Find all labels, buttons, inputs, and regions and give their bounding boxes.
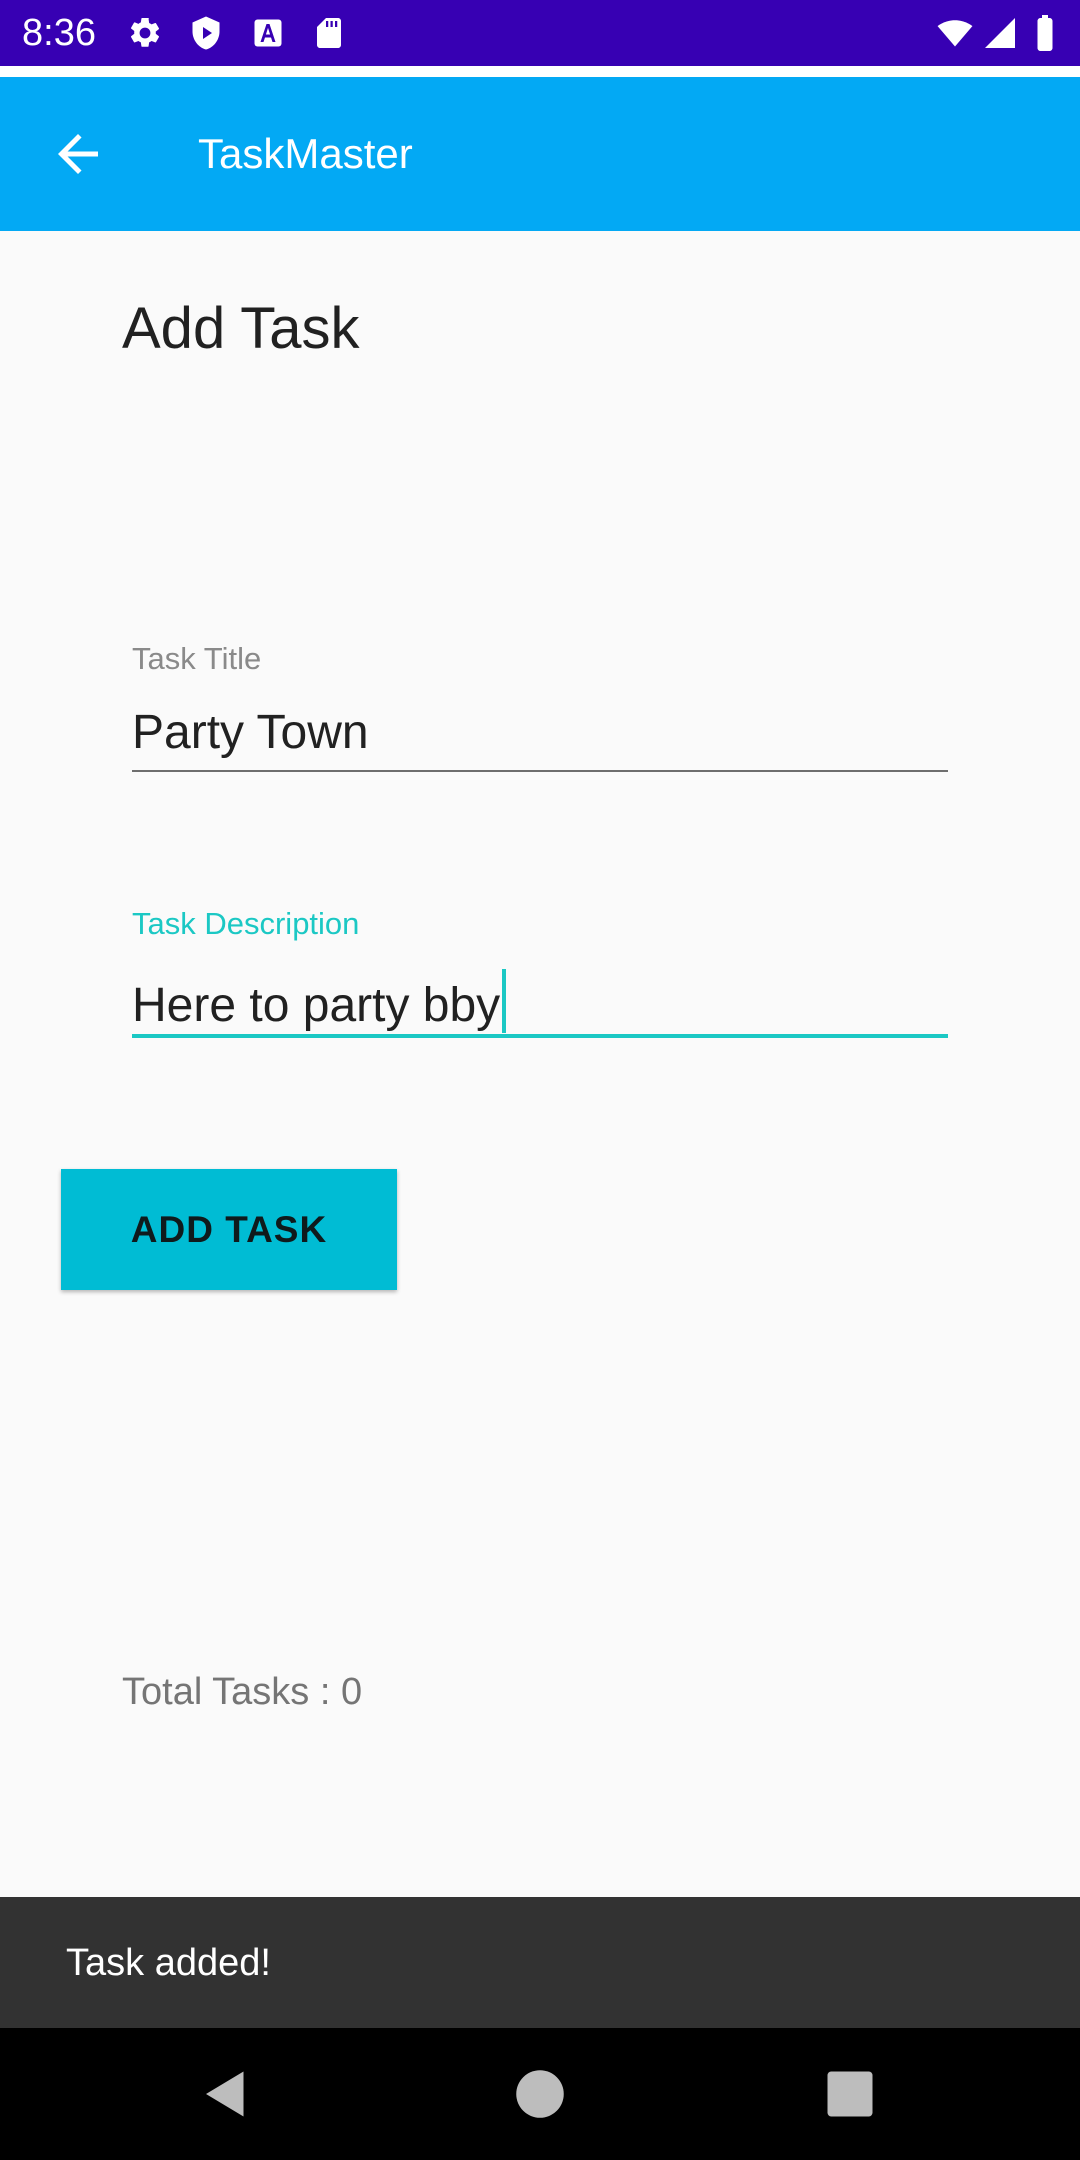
app-title: TaskMaster [198, 130, 413, 177]
task-title-input[interactable]: Party Town [132, 704, 369, 762]
app-bar: TaskMaster [0, 77, 1080, 231]
cell-signal-icon [985, 18, 1015, 48]
total-tasks-text: Total Tasks : 0 [122, 1671, 363, 1713]
shield-play-icon [192, 16, 220, 50]
font-a-icon [254, 19, 282, 47]
back-triangle-icon[interactable] [196, 2064, 256, 2124]
status-bar: 8:36 [0, 0, 1080, 77]
page-title: Add Task [122, 296, 360, 361]
task-title-label: Task Title [132, 641, 262, 676]
task-description-underline [132, 1034, 948, 1038]
task-description-input[interactable]: Here to party bby [132, 979, 500, 1032]
text-cursor [502, 969, 507, 1033]
status-divider [0, 66, 1080, 77]
status-time: 8:36 [22, 12, 96, 54]
wifi-icon [937, 20, 973, 47]
task-description-input-wrap[interactable]: Here to party bby [132, 969, 507, 1035]
task-title-underline [132, 770, 948, 772]
arrow-back-icon[interactable] [48, 124, 108, 184]
battery-icon [1037, 15, 1053, 51]
add-task-button[interactable]: ADD TASK [61, 1169, 397, 1290]
snackbar: Task added! [0, 1897, 1080, 2028]
task-description-field[interactable]: Task Description Here to party bby [132, 905, 948, 1040]
recents-square-icon[interactable] [820, 2064, 880, 2124]
navigation-bar [0, 2028, 1080, 2160]
task-title-field[interactable]: Task Title Party Town [132, 640, 948, 775]
task-description-label: Task Description [132, 906, 360, 941]
snackbar-message: Task added! [66, 1942, 271, 1984]
sd-card-icon [317, 18, 341, 48]
home-circle-icon[interactable] [510, 2064, 570, 2124]
gear-icon [130, 17, 160, 47]
